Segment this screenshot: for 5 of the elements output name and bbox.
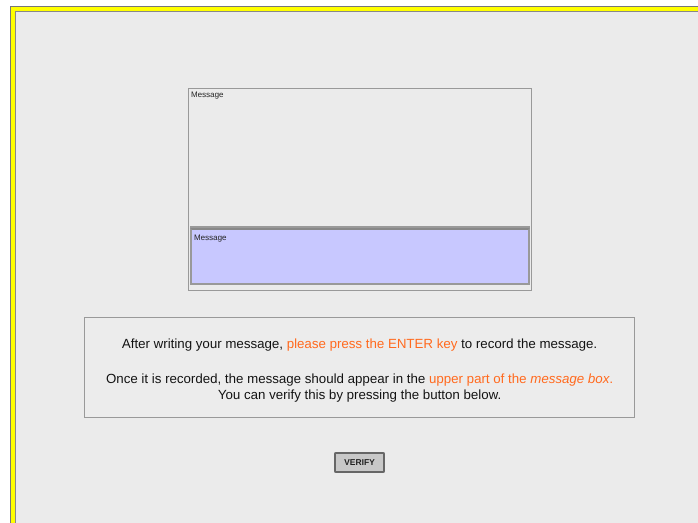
message-input-field[interactable]: Message [190,228,530,285]
instruction-text: Once it is recorded, the message should appear in the upper part of the message box. [104,371,614,387]
instruction-text: After writing your message, please press the ENTER key to record the message. [120,336,598,352]
instruction-text: You can verify this by pressing the button below. [216,387,502,403]
verify-button[interactable]: VERIFY [334,452,385,473]
